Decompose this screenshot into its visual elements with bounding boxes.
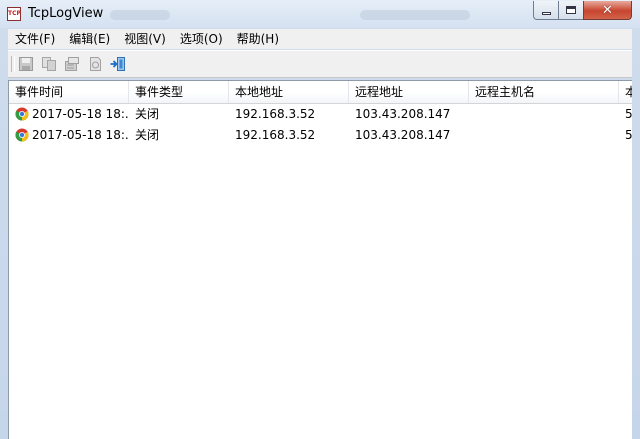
cell-remote-address: 103.43.208.147 [355, 128, 451, 142]
menu-edit[interactable]: 编辑(E) [62, 29, 117, 49]
copy-icon [42, 57, 56, 71]
toolbar [8, 50, 632, 78]
cell-event-time: 2017-05-18 18:... [32, 107, 129, 121]
properties-icon [65, 57, 79, 71]
column-remote-address[interactable]: 远程地址 [349, 81, 469, 103]
cell-local-address: 192.168.3.52 [235, 128, 316, 142]
table-row[interactable]: 2017-05-18 18:... 关闭 192.168.3.52 103.43… [9, 104, 632, 125]
title-bar[interactable]: TCP TcpLogView ✕ [0, 0, 640, 28]
menu-view[interactable]: 视图(V) [117, 29, 173, 49]
cell-event-time: 2017-05-18 18:... [32, 128, 129, 142]
cell-local-address: 192.168.3.52 [235, 107, 316, 121]
minimize-icon [541, 11, 551, 15]
menu-help[interactable]: 帮助(H) [230, 29, 286, 49]
menu-options[interactable]: 选项(O) [173, 29, 230, 49]
app-icon: TCP [7, 7, 21, 21]
maximize-button[interactable] [558, 1, 584, 20]
list-header: 事件时间 事件类型 本地地址 远程地址 远程主机名 本 [9, 81, 632, 104]
toolbar-grip[interactable] [11, 56, 15, 72]
window-frame: TCP TcpLogView ✕ 文件(F) 编辑(E) 视图(V) 选项(O)… [0, 0, 640, 439]
column-local-port[interactable]: 本 [619, 81, 632, 103]
connection-list[interactable]: 事件时间 事件类型 本地地址 远程地址 远程主机名 本 2017-05-18 1… [8, 80, 632, 439]
close-button[interactable]: ✕ [583, 1, 632, 20]
save-button[interactable] [18, 56, 34, 72]
column-event-type[interactable]: 事件类型 [129, 81, 229, 103]
title-blur-artifact [110, 10, 170, 20]
exit-button[interactable] [110, 56, 126, 72]
cell-remote-hostname [469, 104, 619, 125]
properties-button[interactable] [64, 56, 80, 72]
cell-remote-address: 103.43.208.147 [355, 107, 451, 121]
cell-local-port: 5 [625, 128, 632, 142]
column-remote-hostname[interactable]: 远程主机名 [469, 81, 619, 103]
minimize-button[interactable] [533, 1, 559, 20]
copy-button[interactable] [41, 56, 57, 72]
column-event-time[interactable]: 事件时间 [9, 81, 129, 103]
menu-bar: 文件(F) 编辑(E) 视图(V) 选项(O) 帮助(H) [8, 29, 632, 49]
cell-remote-hostname [469, 125, 619, 146]
cell-local-port: 5 [625, 107, 632, 121]
maximize-icon [566, 6, 576, 14]
cell-event-type: 关闭 [135, 107, 160, 121]
table-row[interactable]: 2017-05-18 18:... 关闭 192.168.3.52 103.43… [9, 125, 632, 146]
html-report-button[interactable] [87, 56, 103, 72]
cell-event-type: 关闭 [135, 128, 160, 142]
exit-icon [110, 57, 125, 71]
close-icon: ✕ [602, 2, 613, 18]
window-title: TcpLogView [28, 6, 104, 21]
menu-file[interactable]: 文件(F) [8, 29, 62, 49]
save-icon [19, 57, 33, 71]
column-local-address[interactable]: 本地地址 [229, 81, 349, 103]
html-report-icon [90, 57, 101, 71]
title-blur-artifact [360, 10, 470, 20]
